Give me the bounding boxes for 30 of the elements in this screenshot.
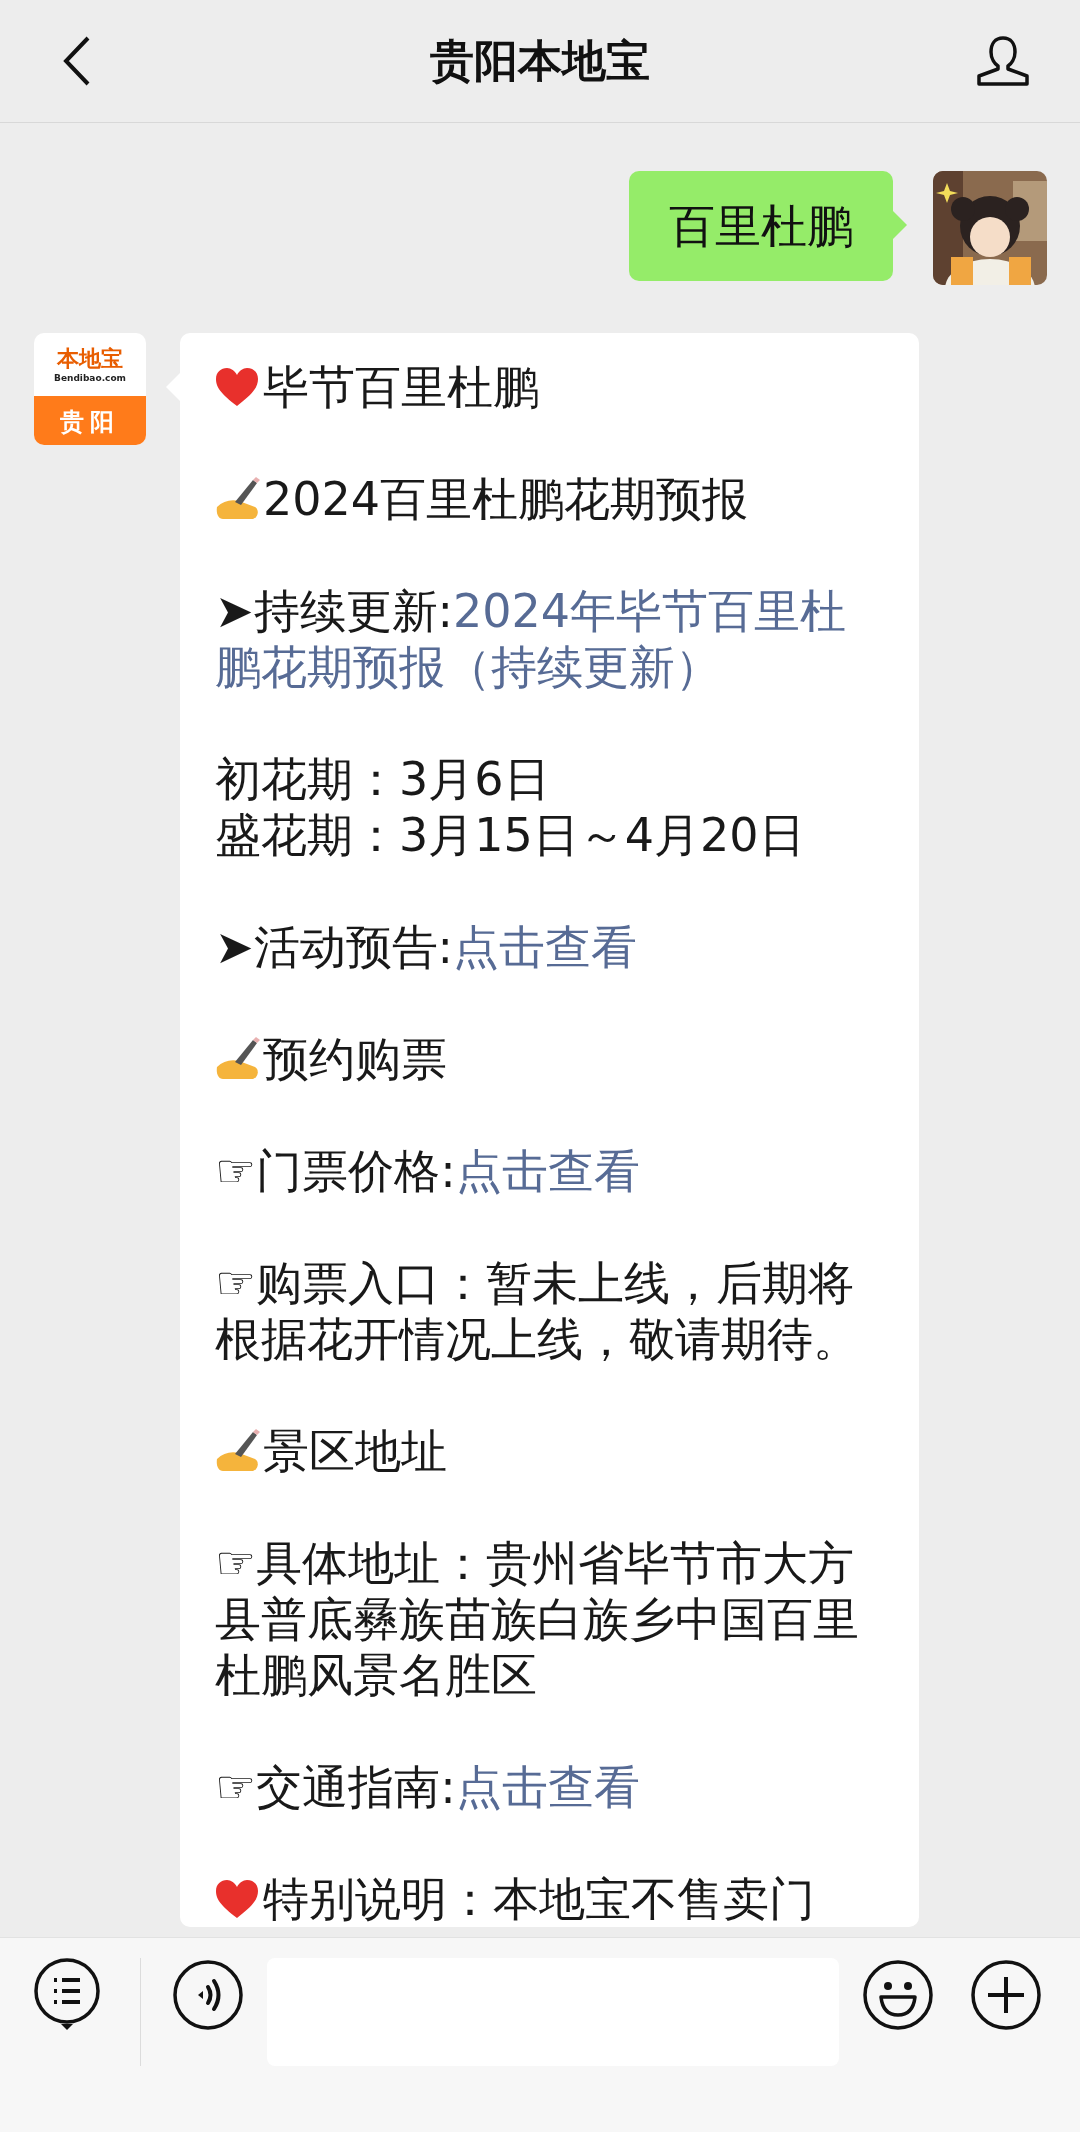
logo-domain: Bendibao.com bbox=[54, 371, 126, 384]
message-text: 盛花期：3月15日～4月20日 bbox=[215, 807, 806, 863]
writing-hand-icon bbox=[215, 1429, 261, 1473]
voice-icon[interactable] bbox=[171, 1958, 245, 2032]
message-text: ☞交通指南:点击查看 bbox=[215, 1760, 640, 1814]
message-heading: 预约购票 bbox=[263, 1031, 447, 1087]
message-link[interactable]: 点击查看 bbox=[455, 1760, 640, 1814]
heart-icon bbox=[215, 367, 259, 407]
chat-title: 贵阳本地宝 bbox=[430, 33, 650, 88]
message-heading: 特别说明：本地宝不售卖门 bbox=[263, 1871, 815, 1927]
writing-hand-icon bbox=[215, 1037, 261, 1081]
message-text: ☞具体地址：贵州省毕节市大方县普底彝族苗族白族乡中国百里杜鹏风景名胜区 bbox=[215, 1535, 860, 1703]
writing-hand-icon bbox=[215, 477, 261, 521]
message-text: 初花期：3月6日 bbox=[215, 751, 551, 807]
message-text: ☞门票价格:点击查看 bbox=[215, 1144, 640, 1198]
emoji-icon[interactable] bbox=[861, 1958, 935, 2032]
message-link[interactable]: 点击查看 bbox=[453, 920, 638, 974]
logo-city: 贵阳 bbox=[34, 399, 146, 445]
message-heading: 毕节百里杜鹏 bbox=[263, 359, 539, 415]
message-text: ➤持续更新:2024年毕节百里杜鹏花期预报（持续更新） bbox=[215, 584, 847, 694]
message-link[interactable]: 点击查看 bbox=[455, 1144, 640, 1198]
sent-message: 百里杜鹏 bbox=[629, 171, 893, 281]
message-text: ➤活动预告:点击查看 bbox=[215, 920, 638, 974]
heart-icon bbox=[215, 1879, 259, 1919]
logo-brand: 本地宝 bbox=[57, 345, 123, 372]
message-heading: 2024百里杜鹏花期预报 bbox=[263, 471, 749, 527]
message-text: ☞购票入口：暂未上线，后期将根据花开情况上线，敬请期待。 bbox=[215, 1255, 860, 1367]
bubble-tail bbox=[893, 211, 907, 239]
add-icon[interactable] bbox=[969, 1958, 1043, 2032]
message-heading: 景区地址 bbox=[263, 1423, 447, 1479]
